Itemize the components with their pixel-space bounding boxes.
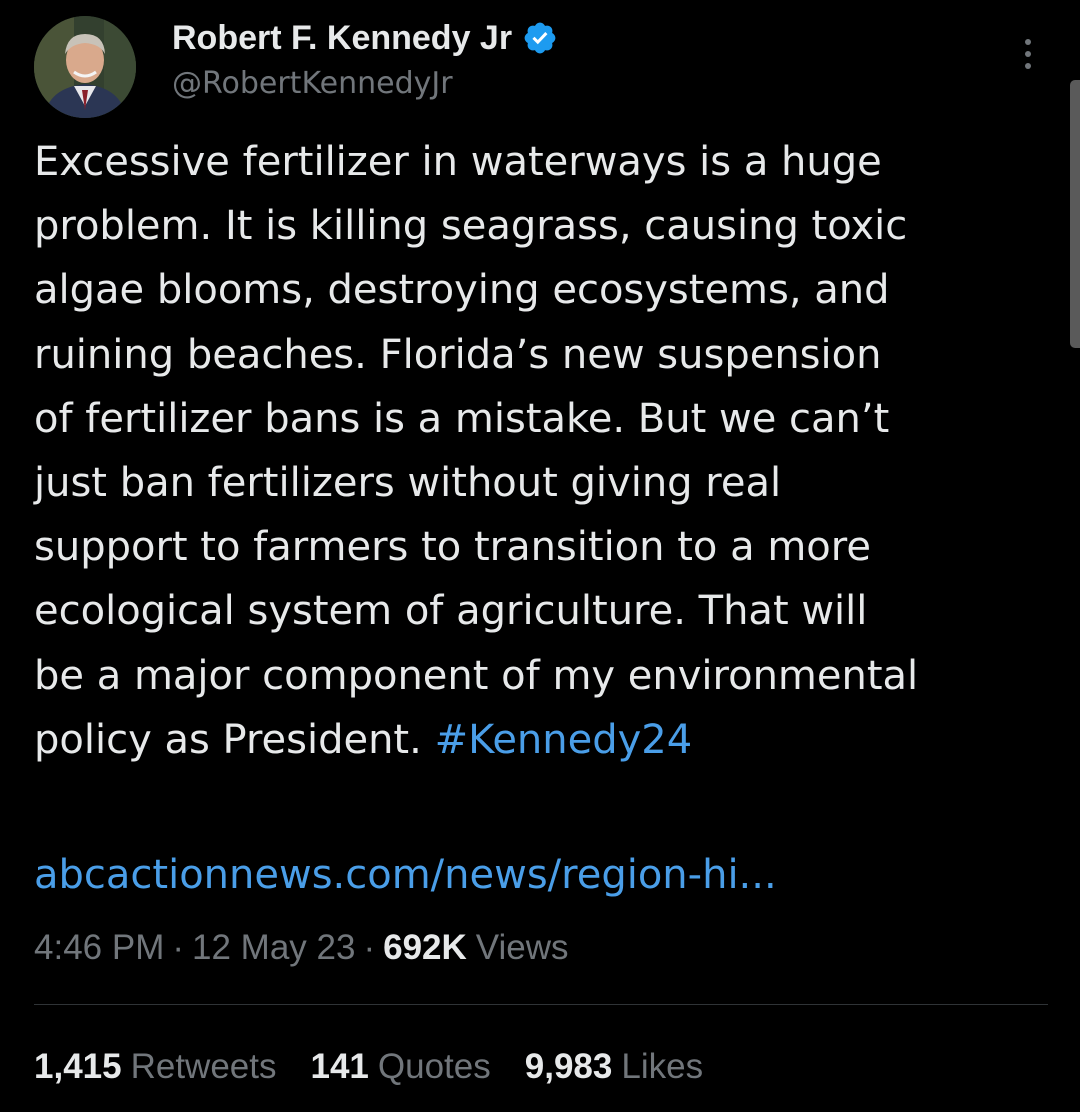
tweet-line: just ban fertilizers without giving real [34,459,782,506]
quotes-stat[interactable]: 141 Quotes [311,1047,491,1087]
tweet-date[interactable]: 12 May 23 [192,928,355,968]
meta-separator: · [172,928,185,967]
retweets-count: 1,415 [34,1047,122,1086]
tweet-text: Excessive fertilizer in waterways is a h… [34,130,1044,772]
likes-count: 9,983 [524,1047,613,1086]
tweet-line: support to farmers to transition to a mo… [34,524,871,571]
likes-stat[interactable]: 9,983 Likes [525,1047,703,1087]
tweet-line: Excessive fertilizer in waterways is a h… [34,139,882,185]
views-label: Views [475,928,569,967]
tweet-line: ruining beaches. Florida’s new suspensio… [34,331,882,378]
external-link[interactable]: abcactionnews.com/news/region-hi... [34,843,777,907]
author-handle[interactable]: @RobertKennedyJr [172,66,453,101]
retweets-stat[interactable]: 1,415 Retweets [34,1047,277,1087]
quotes-count: 141 [310,1047,369,1086]
more-vertical-icon[interactable] [1008,34,1048,74]
tweet-line: problem. It is killing seagrass, causing… [34,203,908,250]
tweet-line: of fertilizer bans is a mistake. But we … [34,395,890,442]
author-name[interactable]: Robert F. Kennedy Jr [172,19,512,58]
tweet-time[interactable]: 4:46 PM [34,928,164,968]
scrollbar[interactable] [1070,80,1080,348]
author-name-row[interactable]: Robert F. Kennedy Jr [172,16,558,60]
tweet-meta: 4:46 PM · 12 May 23 · 692K Views [34,924,569,972]
hashtag-link[interactable]: #Kennedy24 [435,717,693,763]
likes-label: Likes [621,1047,704,1086]
verified-badge-icon [522,20,558,56]
engagement-stats: 1,415 Retweets 141 Quotes 9,983 Likes [34,1042,737,1092]
views-count: 692K [383,928,467,967]
quotes-label: Quotes [377,1047,491,1086]
tweet-line: algae blooms, destroying ecosystems, and [34,267,890,314]
divider [34,1004,1048,1005]
tweet-line-last: policy as President. #Kennedy24 [34,708,1044,772]
tweet-line: be a major component of my environmental [34,652,919,699]
meta-separator: · [363,928,376,967]
tweet-line-text: policy as President. [34,716,422,763]
profile-photo [34,16,136,118]
avatar[interactable] [34,16,136,118]
tweet-line: ecological system of agriculture. That w… [34,588,868,635]
retweets-label: Retweets [130,1047,277,1086]
